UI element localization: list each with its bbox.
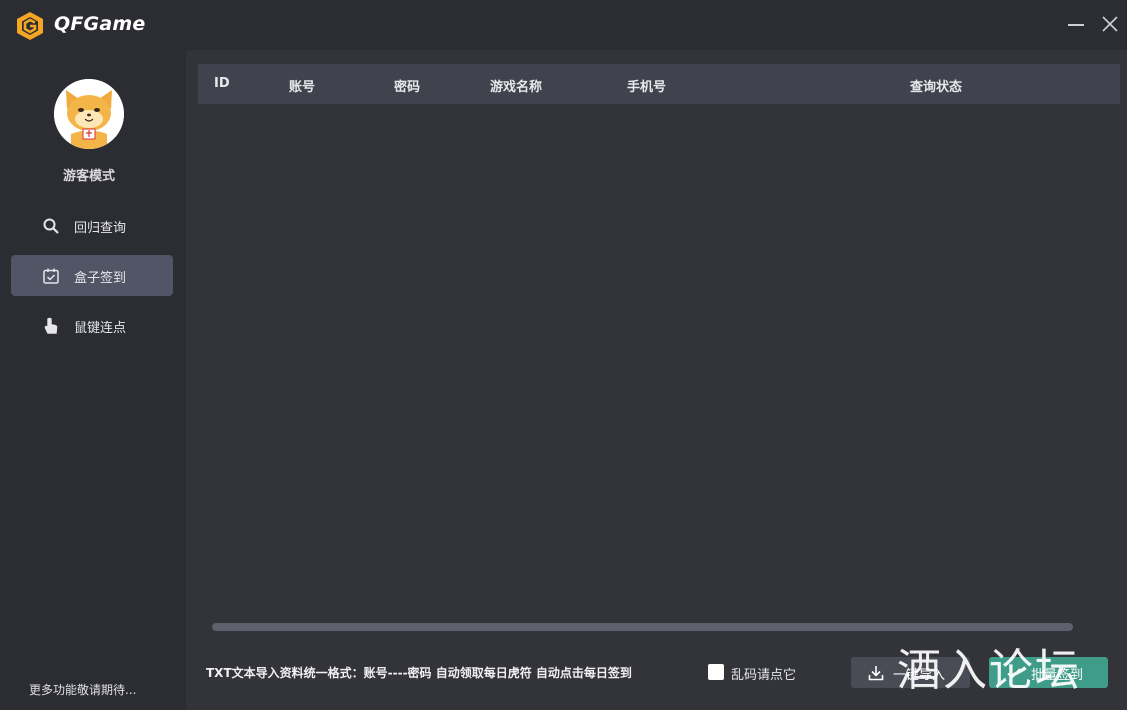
column-header-query-status: 查询状态 — [910, 80, 963, 95]
table-body — [198, 104, 1120, 614]
sidebar-item-box-signin[interactable]: 盒子签到 — [11, 255, 173, 296]
column-header-password: 密码 — [394, 80, 421, 95]
column-header-phone: 手机号 — [627, 80, 667, 95]
import-format-instructions: TXT文本导入资料统一格式：账号----密码 自动领取每日虎符 自动点击每日签到 — [206, 666, 632, 680]
close-button[interactable] — [1100, 14, 1120, 34]
sidebar-item-label: 盒子签到 — [74, 271, 127, 286]
one-click-import-button[interactable]: 一键导入 — [851, 657, 970, 688]
table-header: ID 账号 密码 游戏名称 手机号 查询状态 — [198, 64, 1120, 104]
sidebar: 游客模式 回归查询 盒子签到 鼠键连点 更多功能敬请期待... — [0, 50, 186, 710]
batch-signin-button[interactable]: 批量签到 — [989, 657, 1108, 688]
minimize-button[interactable] — [1066, 14, 1086, 34]
cat-avatar-image — [54, 79, 124, 149]
signin-button-label: 批量签到 — [1031, 668, 1084, 683]
sidebar-item-mouse-clicker[interactable]: 鼠键连点 — [11, 305, 173, 346]
column-header-id: ID — [214, 76, 230, 91]
column-header-game-name: 游戏名称 — [490, 80, 543, 95]
horizontal-scrollbar[interactable] — [212, 623, 1073, 631]
column-header-account: 账号 — [289, 80, 316, 95]
app-title: QFGame — [54, 13, 146, 35]
garbled-text-checkbox-label: 乱码请点它 — [731, 668, 797, 683]
garbled-text-checkbox[interactable] — [708, 664, 724, 680]
guest-mode-label: 游客模式 — [62, 169, 115, 184]
sidebar-item-label: 鼠键连点 — [74, 321, 127, 336]
calendar-check-icon — [43, 268, 59, 284]
more-features-label: 更多功能敬请期待... — [29, 683, 137, 697]
sidebar-item-return-query[interactable]: 回归查询 — [11, 205, 173, 246]
title-bar: QFGame — [0, 0, 1127, 50]
pointer-hand-icon — [44, 317, 58, 334]
import-button-label: 一键导入 — [893, 668, 946, 683]
qfgame-logo-icon — [17, 12, 43, 40]
sidebar-item-label: 回归查询 — [74, 221, 127, 236]
avatar[interactable] — [54, 79, 124, 149]
search-icon — [43, 218, 59, 234]
checkin-icon — [1007, 668, 1021, 679]
main-content: ID 账号 密码 游戏名称 手机号 查询状态 TXT文本导入资料统一格式：账号-… — [186, 50, 1127, 710]
download-icon — [868, 666, 884, 681]
